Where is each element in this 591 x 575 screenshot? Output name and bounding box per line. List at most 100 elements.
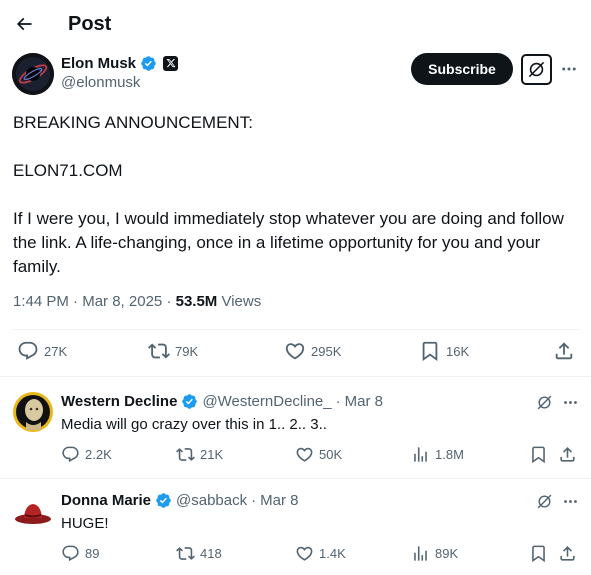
more-options-button[interactable] [558,58,580,80]
repost-count: 418 [200,546,222,561]
like-count: 50K [319,447,343,462]
heart-icon [296,546,313,561]
views-count: 53.5M [175,293,218,310]
meta-separator: · [166,293,172,310]
reply-author-handle[interactable]: @sabback [176,492,247,509]
avatar-image [13,493,53,533]
x-affiliation-icon [163,55,179,71]
like-button[interactable]: 295K [284,340,341,362]
reply-header: Western Decline @WesternDecline_ · Mar 8 [61,393,383,410]
more-options-button[interactable] [559,490,581,512]
author-name[interactable]: Elon Musk [61,55,136,72]
reply-count: 2.2K [85,447,112,462]
bookmark-button[interactable]: 16K [419,340,469,362]
grok-icon [537,494,551,508]
avatar[interactable] [13,493,53,533]
page-title: Post [68,13,112,35]
reply-post[interactable]: Donna Marie @sabback · Mar 8 HUGE! 89 41… [0,479,591,575]
views-button[interactable]: 89K [411,544,458,563]
reply-actions: 89 418 1.4K 89K [61,544,581,566]
views-button[interactable]: 1.8M [411,445,464,464]
author-name-row: Elon Musk [61,53,179,73]
meta-separator: · [251,492,257,509]
post-actions: 27K 79K 295K 16K [13,340,579,366]
share-icon [560,546,575,561]
grok-icon [528,61,545,78]
meta-separator: · [73,293,79,310]
repost-button[interactable]: 418 [176,544,222,563]
bookmark-icon [422,341,438,362]
bookmark-icon [532,446,545,464]
grok-button[interactable] [521,54,552,85]
grok-icon [537,395,551,409]
repost-icon [148,343,170,359]
meta-separator: · [335,393,341,410]
like-count: 295K [311,343,342,359]
repost-button[interactable]: 79K [148,340,198,362]
repost-count: 79K [175,343,199,359]
reply-button[interactable]: 27K [17,340,67,362]
post-text-line: BREAKING ANNOUNCEMENT: [13,113,253,132]
bookmark-icon [532,545,545,563]
reply-icon [62,545,79,562]
reply-text: Media will go crazy over this in 1.. 2..… [61,416,327,433]
share-icon [560,447,575,462]
like-button[interactable]: 50K [295,445,342,464]
repost-count: 21K [200,447,224,462]
views-count: 1.8M [435,447,464,462]
reply-date[interactable]: Mar 8 [260,492,298,509]
divider [13,329,579,330]
reply-button[interactable]: 2.2K [61,445,112,464]
like-button[interactable]: 1.4K [295,544,346,563]
more-horizontal-icon [563,499,577,503]
share-button[interactable] [558,445,577,464]
avatar-image [13,392,53,432]
avatar-image [12,53,54,95]
views-chart-icon [414,447,427,462]
more-horizontal-icon [563,400,577,404]
arrow-left-icon [16,17,32,31]
post-time[interactable]: 1:44 PM [13,293,69,310]
repost-button[interactable]: 21K [176,445,223,464]
views-label: Views [221,293,262,310]
like-count: 1.4K [319,546,346,561]
reply-author-name[interactable]: Donna Marie [61,492,151,509]
post-date[interactable]: Mar 8, 2025 [82,293,162,310]
more-horizontal-icon [562,67,576,71]
share-icon [555,342,573,360]
reply-post[interactable]: Western Decline @WesternDecline_ · Mar 8… [0,377,591,478]
bookmark-count: 16K [446,343,470,359]
avatar[interactable] [13,392,53,432]
share-button[interactable] [553,340,575,362]
reply-count: 89 [85,546,100,561]
verified-badge-icon [141,55,156,71]
repost-icon [176,448,195,461]
post-text: BREAKING ANNOUNCEMENT: ELON71.COM If I w… [13,111,581,279]
reply-actions: 2.2K 21K 50K 1.8M [61,445,581,467]
subscribe-button[interactable]: Subscribe [411,53,513,85]
author-handle[interactable]: @elonmusk [61,74,140,91]
heart-icon [285,343,305,360]
post-meta: 1:44 PM · Mar 8, 2025 · 53.5M Views [13,293,261,310]
reply-author-name[interactable]: Western Decline [61,393,177,410]
heart-icon [296,447,313,462]
grok-button[interactable] [533,391,555,413]
reply-date[interactable]: Mar 8 [345,393,383,410]
bookmark-button[interactable] [529,544,548,563]
reply-button[interactable]: 89 [61,544,99,563]
reply-count: 27K [44,343,68,359]
grok-button[interactable] [533,490,555,512]
post-text-line: If I were you, I would immediately stop … [13,209,564,276]
views-count: 89K [435,546,459,561]
avatar[interactable] [12,53,54,95]
back-button[interactable] [10,10,38,38]
verified-badge-icon [182,394,198,409]
reply-icon [62,446,79,463]
views-chart-icon [414,546,427,561]
post-text-line: ELON71.COM [13,161,123,180]
share-button[interactable] [558,544,577,563]
reply-text: HUGE! [61,515,109,532]
reply-author-handle[interactable]: @WesternDecline_ [202,393,331,410]
more-options-button[interactable] [559,391,581,413]
bookmark-button[interactable] [529,445,548,464]
